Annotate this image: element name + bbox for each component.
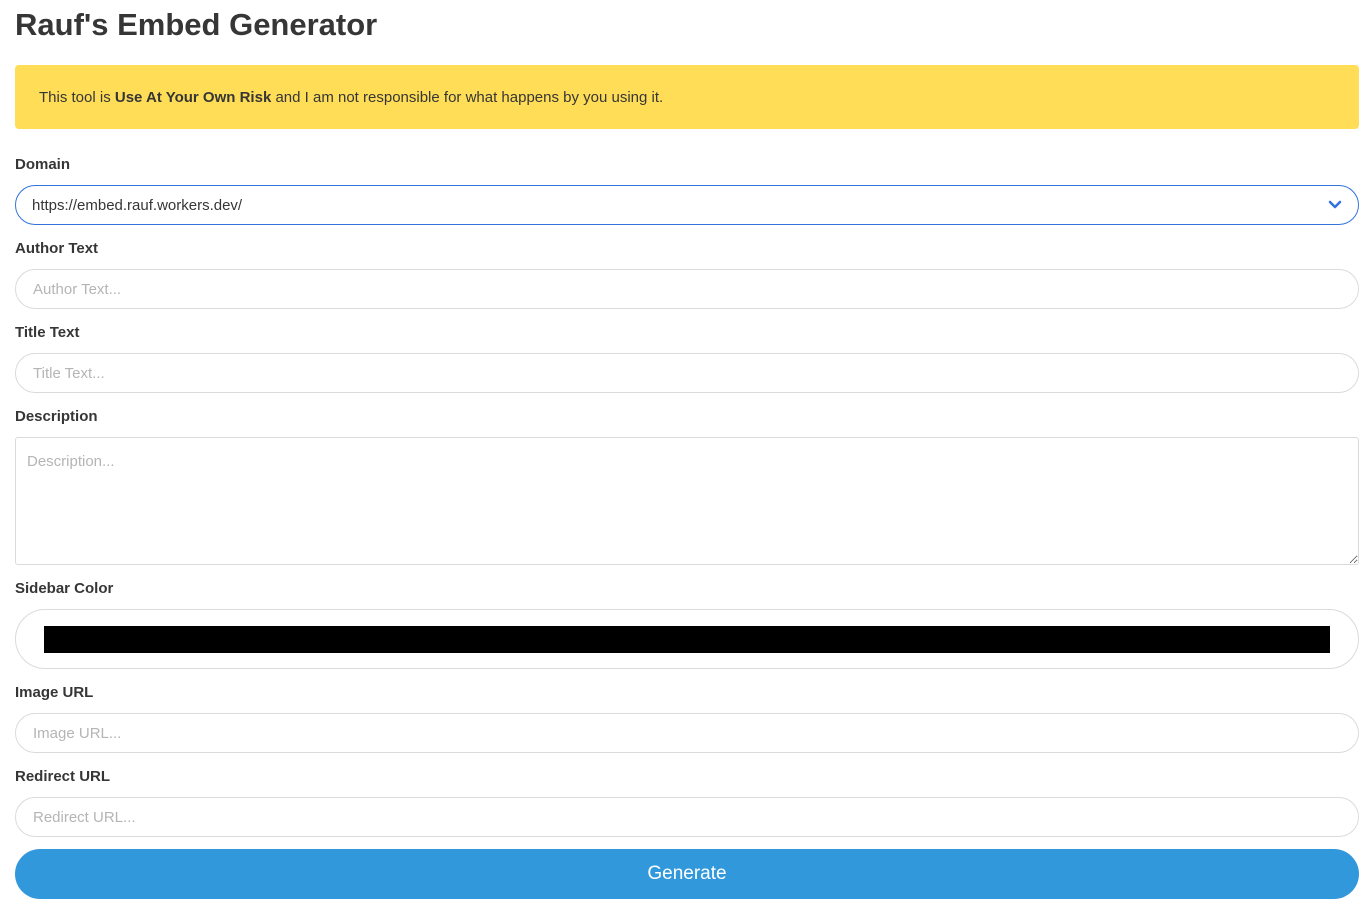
warning-notice: This tool is Use At Your Own Risk and I … [15, 65, 1359, 129]
redirect-url-input[interactable] [15, 797, 1359, 837]
image-url-input[interactable] [15, 713, 1359, 753]
image-url-label: Image URL [15, 684, 94, 701]
description-label: Description [15, 408, 98, 425]
author-text-label: Author Text [15, 240, 99, 257]
sidebar-color-label: Sidebar Color [15, 580, 114, 597]
notice-emphasis: Use At Your Own Risk [114, 88, 272, 106]
redirect-url-label: Redirect URL [15, 768, 111, 785]
description-textarea[interactable] [15, 437, 1359, 565]
title-text-label: Title Text [15, 324, 80, 341]
domain-label: Domain [15, 156, 71, 173]
color-swatch [44, 626, 1330, 653]
page-title: Rauf's Embed Generator [15, 7, 378, 42]
author-text-input[interactable] [15, 269, 1359, 309]
notice-prefix: This tool is [39, 88, 115, 106]
generate-button[interactable]: Generate [15, 849, 1359, 899]
sidebar-color-picker[interactable] [15, 609, 1359, 669]
title-text-input[interactable] [15, 353, 1359, 393]
notice-suffix: and I am not responsible for what happen… [271, 88, 664, 106]
domain-selected-value: https://embed.rauf.workers.dev/ [32, 196, 243, 214]
chevron-down-icon [1328, 198, 1342, 212]
domain-select[interactable]: https://embed.rauf.workers.dev/ [15, 185, 1359, 225]
